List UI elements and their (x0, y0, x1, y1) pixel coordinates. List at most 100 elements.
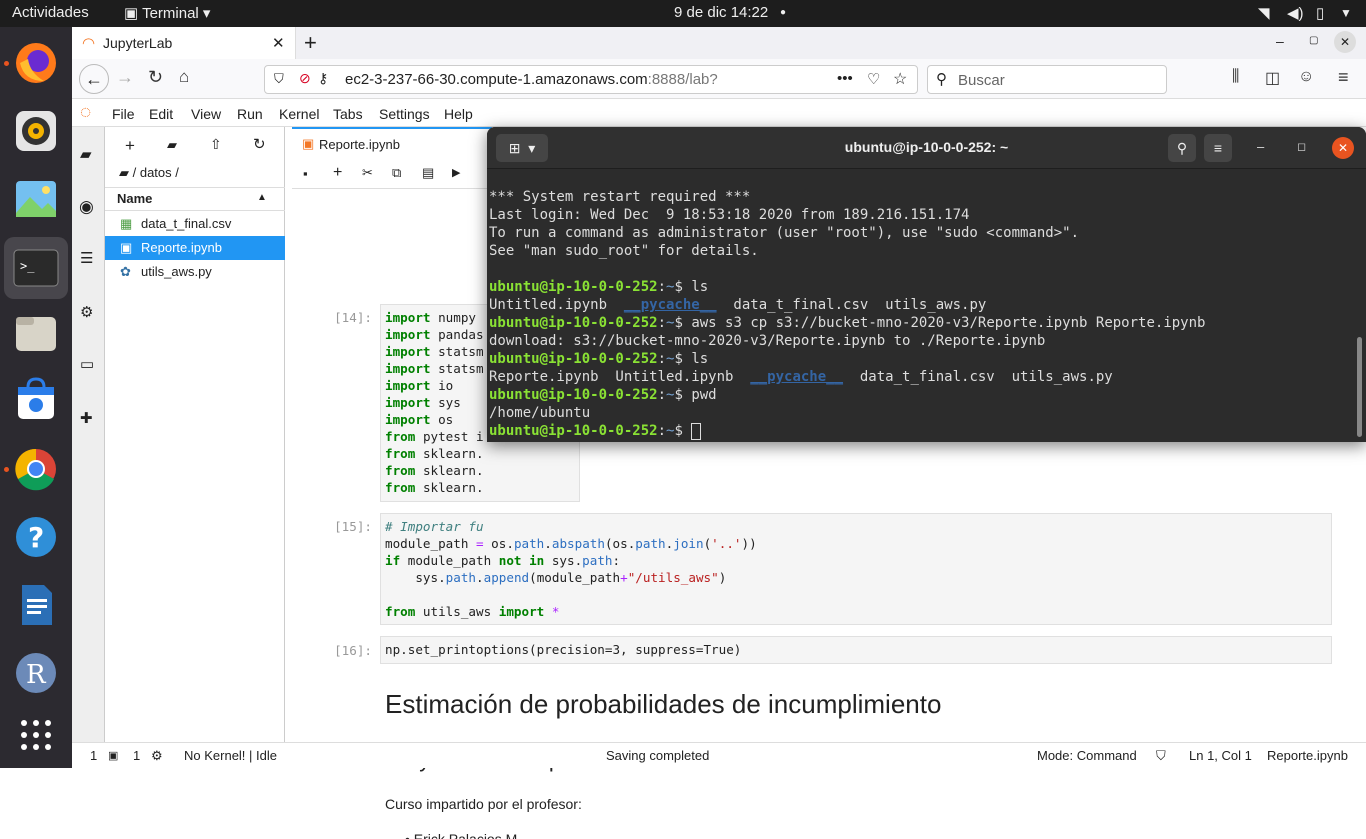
chrome-icon[interactable] (12, 445, 60, 493)
csv-file-icon: ▦ (120, 216, 133, 231)
tabs-icon[interactable]: ▭ (80, 355, 94, 373)
bookmark-star-icon[interactable]: ☆ (893, 69, 907, 89)
markdown-list-item: Erick Palacios M (413, 831, 518, 839)
activities-button[interactable]: Actividades (12, 4, 89, 21)
reload-icon[interactable]: ↻ (148, 67, 163, 88)
home-icon[interactable]: ⌂ (179, 67, 189, 87)
new-launcher-icon[interactable]: + (125, 136, 135, 156)
libreoffice-writer-icon[interactable] (12, 581, 60, 629)
markdown-h1: Estimación de probabilidades de incumpli… (385, 689, 942, 719)
key-icon[interactable]: ⚷ (318, 70, 328, 87)
show-applications-icon[interactable] (12, 711, 60, 759)
app-menu[interactable]: ▣ Terminal ▾ (124, 4, 210, 22)
tab-jupyterlab[interactable]: ◠ JupyterLab ✕ (72, 27, 296, 59)
refresh-icon[interactable]: ↻ (253, 135, 266, 153)
hamburger-menu-icon[interactable]: ≡ (1338, 67, 1349, 88)
rhythmbox-icon[interactable] (12, 107, 60, 155)
cut-icon[interactable]: ✂ (362, 165, 373, 181)
terminal-dock-icon[interactable]: >_ (4, 237, 68, 299)
insecure-icon[interactable]: ⊘ (299, 70, 311, 87)
breadcrumb[interactable]: / datos / (133, 165, 179, 180)
menu-help[interactable]: Help (444, 106, 473, 122)
menu-settings[interactable]: Settings (379, 106, 430, 122)
code-cell-16[interactable]: np.set_printoptions(precision=3, suppres… (380, 636, 1332, 664)
minimize-icon[interactable]: – (1257, 139, 1264, 154)
folder-icon[interactable]: ▰ (80, 145, 92, 163)
file-item[interactable]: ▦ data_t_final.csv (105, 212, 285, 236)
library-icon[interactable]: ⫼ (1232, 68, 1239, 86)
menu-view[interactable]: View (191, 106, 221, 122)
system-menu-icon[interactable]: ▼ (1340, 6, 1352, 20)
insert-cell-icon[interactable]: + (333, 164, 342, 182)
navigation-toolbar: ← → ↻ ⌂ ⛉ ⊘ ⚷ ec2-3-237-66-30.compute-1.… (72, 59, 1366, 99)
terminal-output[interactable]: *** System restart required *** Last logi… (487, 169, 1366, 442)
maximize-icon[interactable]: ◻ (1297, 140, 1306, 153)
page-actions-icon[interactable]: ••• (837, 70, 853, 87)
search-icon[interactable]: ⚲ (1168, 134, 1196, 162)
forward-icon[interactable]: → (116, 67, 134, 88)
hamburger-menu-icon[interactable]: ≡ (1204, 134, 1232, 162)
menu-kernel[interactable]: Kernel (279, 106, 319, 122)
kernel-settings-icon[interactable]: ⚙ (151, 748, 163, 764)
search-bar[interactable]: ⚲ Buscar (927, 65, 1167, 94)
terminal-scrollbar[interactable] (1357, 337, 1362, 437)
mode-status: Mode: Command (1037, 748, 1137, 763)
sidebar-icon[interactable]: ◫ (1265, 68, 1280, 88)
paste-icon[interactable]: ▤ (422, 165, 434, 181)
file-item[interactable]: ✿ utils_aws.py (105, 260, 285, 284)
tracking-protection-icon[interactable]: ⛉ (274, 71, 284, 87)
pocket-icon[interactable]: ♡ (867, 70, 880, 88)
menu-edit[interactable]: Edit (149, 106, 173, 122)
menu-tabs[interactable]: Tabs (333, 106, 363, 122)
image-viewer-icon[interactable] (12, 175, 60, 223)
close-icon[interactable]: ✕ (1332, 137, 1354, 159)
terminal-status-icon: ▣ (108, 750, 119, 762)
jupyter-menubar: ◌ File Edit View Run Kernel Tabs Setting… (72, 99, 1366, 127)
account-icon[interactable]: ☺ (1298, 68, 1314, 86)
gnome-top-bar: Actividades ▣ Terminal ▾ 9 de dic 14:22 … (0, 0, 1366, 27)
extensions-icon[interactable]: ✚ (80, 409, 93, 427)
notebook-file-icon: ▣ (120, 240, 133, 255)
notification-dot-icon: ● (780, 7, 787, 18)
new-tab-icon[interactable]: + (304, 30, 317, 56)
back-icon[interactable]: ← (79, 64, 109, 94)
new-folder-icon[interactable]: ▰ (167, 137, 177, 153)
close-tab-icon[interactable]: ✕ (272, 34, 285, 52)
kernel-status[interactable]: No Kernel! | Idle (184, 748, 277, 763)
cursor-position[interactable]: Ln 1, Col 1 (1189, 748, 1252, 763)
jupyter-logo-icon: ◌ (80, 102, 92, 123)
menu-file[interactable]: File (112, 106, 135, 122)
running-icon[interactable]: ◉ (79, 197, 94, 217)
cell-prompt: [14]: (334, 310, 372, 325)
volume-icon[interactable]: ◀) (1287, 4, 1304, 22)
clock[interactable]: 9 de dic 14:22 (674, 4, 768, 21)
name-column-header[interactable]: Name ▲ (105, 187, 285, 211)
terminal-header: ⊞ ▾ ubuntu@ip-10-0-0-252: ~ ⚲ ≡ – ◻ ✕ (487, 127, 1366, 169)
run-icon[interactable]: ▶ (452, 166, 460, 179)
r-icon[interactable]: R (12, 649, 60, 697)
notebook-tab[interactable]: ▣ Reporte.ipynb (292, 127, 492, 161)
commands-icon[interactable]: ☰ (80, 249, 93, 267)
url-bar[interactable]: ⛉ ⊘ ⚷ ec2-3-237-66-30.compute-1.amazonaw… (264, 65, 918, 94)
copy-icon[interactable]: ⧉ (392, 165, 401, 181)
save-icon[interactable]: ▪ (303, 166, 308, 181)
trusted-icon[interactable]: ⛉ (1156, 748, 1166, 764)
help-icon[interactable]: ? (12, 513, 60, 561)
maximize-icon[interactable]: ▢ (1309, 35, 1318, 46)
firefox-icon[interactable] (12, 39, 60, 87)
terminal-title: ubuntu@ip-10-0-0-252: ~ (844, 139, 1009, 155)
property-inspector-icon[interactable]: ⚙ (80, 303, 93, 321)
code-cell-15[interactable]: # Importar fu module_path = os.path.abspa… (380, 513, 1332, 625)
battery-icon[interactable]: ▯ (1316, 4, 1324, 22)
upload-icon[interactable]: ⇧ (210, 136, 222, 153)
svg-text:R: R (26, 660, 47, 690)
file-item-selected[interactable]: ▣ Reporte.ipynb (105, 236, 285, 260)
files-icon[interactable] (12, 309, 60, 357)
software-store-icon[interactable] (12, 375, 60, 423)
file-browser: + ▰ ⇧ ↻ ▰ / datos / Name ▲ ▦ data_t_final… (105, 127, 285, 742)
current-file: Reporte.ipynb (1267, 748, 1348, 763)
minimize-icon[interactable]: – (1276, 33, 1284, 49)
close-window-icon[interactable]: ✕ (1334, 31, 1356, 53)
menu-run[interactable]: Run (237, 106, 263, 122)
wifi-icon[interactable]: ◥ (1258, 4, 1270, 22)
